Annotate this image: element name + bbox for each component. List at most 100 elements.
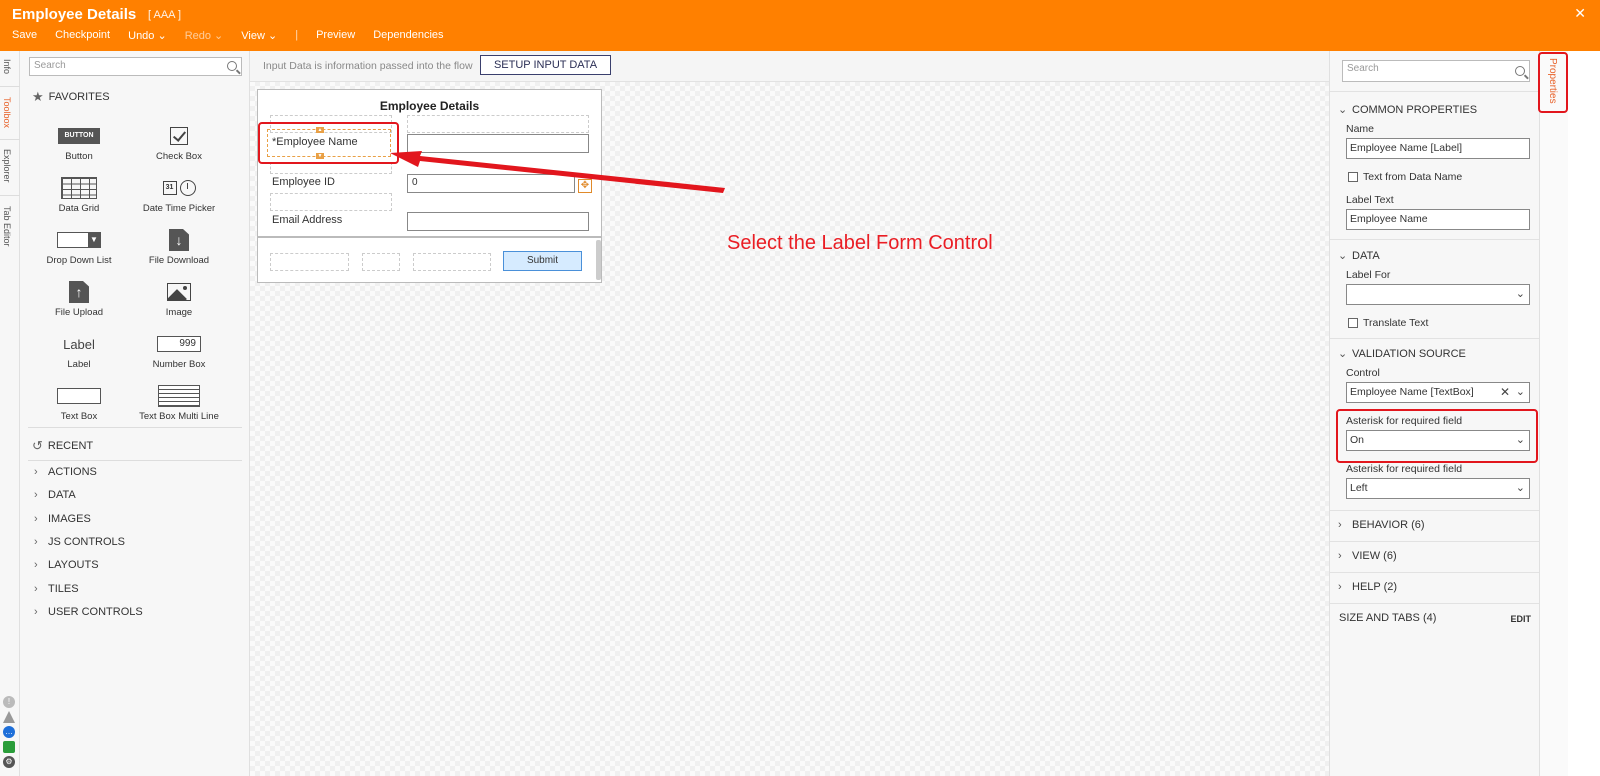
sheet-icon[interactable] [3,741,15,753]
data-grid-icon [61,177,97,199]
tool-label: Image [165,307,193,318]
checkpoint-button[interactable]: Checkpoint [55,29,110,42]
undo-button[interactable]: Undo ⌄ [128,29,167,42]
placeholder-slot[interactable] [413,253,491,271]
left-vertical-tabs: Info Toolbox Explorer Tab Editor ! … ⚙ [0,51,20,776]
favorites-header[interactable]: ★ FAVORITES [32,89,110,105]
placeholder-slot[interactable] [270,193,392,211]
bottom-icon-group: ! … ⚙ [3,696,15,768]
employee-id-label[interactable]: Employee ID [272,176,335,188]
clear-icon[interactable]: ✕ [1500,385,1510,399]
chat-icon[interactable]: … [3,726,15,738]
design-canvas[interactable]: Input Data is information passed into th… [250,51,1329,776]
toolbox-search-input[interactable]: Search [29,57,242,76]
tool-label: Button [65,151,93,162]
name-field[interactable]: Employee Name [Label] [1346,138,1530,159]
page-subtitle: [ AAA ] [148,9,182,21]
image-icon [167,283,191,301]
dependencies-button[interactable]: Dependencies [373,29,443,42]
email-address-textbox[interactable] [407,212,589,231]
chevron-right-icon: › [34,559,38,571]
edit-button[interactable]: EDIT [1510,614,1531,624]
chevron-right-icon: › [1338,550,1342,562]
tab-toolbox[interactable]: Toolbox [2,97,12,128]
form-title[interactable]: Employee Details [258,99,601,113]
tab-explorer[interactable]: Explorer [2,149,12,183]
validation-source-header[interactable]: ⌄ VALIDATION SOURCE [1338,347,1466,360]
translate-text-checkbox[interactable]: Translate Text [1348,317,1428,329]
label-for-label: Label For [1346,269,1391,281]
page-title: Employee Details [12,6,137,23]
email-address-label[interactable]: Email Address [272,214,342,226]
view-button[interactable]: View ⌄ [241,29,277,42]
control-label: Control [1346,367,1380,379]
form-divider [258,236,601,238]
properties-search-input[interactable]: Search [1342,60,1530,82]
size-and-tabs-header[interactable]: SIZE AND TABS (4) [1339,612,1436,624]
checkbox-icon[interactable] [1348,172,1358,182]
tool-text-box[interactable]: Text Box [29,385,129,422]
redo-button[interactable]: Redo ⌄ [185,29,224,42]
chevron-right-icon: › [34,513,38,525]
category-js-controls[interactable]: › JS CONTROLS [34,536,125,548]
tool-label[interactable]: Label Label [29,333,129,371]
submit-button[interactable]: Submit [503,251,582,271]
text-from-data-name-checkbox[interactable]: Text from Data Name [1348,171,1462,183]
category-actions[interactable]: › ACTIONS [34,466,97,478]
info-circle-icon[interactable]: ! [3,696,15,708]
chevron-down-icon: ⌄ [1515,288,1525,300]
form-scrollbar[interactable] [596,240,601,280]
placeholder-slot[interactable] [270,253,349,271]
recent-header[interactable]: ↺ RECENT [32,438,93,454]
label-text-field[interactable]: Employee Name [1346,209,1530,230]
tool-data-grid[interactable]: Data Grid [29,177,129,214]
tool-file-download[interactable]: ↓ File Download [129,229,229,266]
file-upload-icon: ↑ [69,281,89,303]
tool-label-text: Label [67,359,91,370]
control-select[interactable]: Employee Name [TextBox] ✕ ⌄ [1346,382,1530,403]
chevron-right-icon: › [34,583,38,595]
close-icon[interactable]: ✕ [1574,5,1586,22]
gear-icon[interactable]: ⚙ [3,756,15,768]
help-header[interactable]: › HELP (2) [1338,581,1397,593]
preview-button[interactable]: Preview [316,29,355,42]
name-label: Name [1346,123,1375,135]
category-images[interactable]: › IMAGES [34,513,91,525]
category-tiles[interactable]: › TILES [34,583,79,595]
search-icon [1515,66,1525,76]
tool-button[interactable]: BUTTON Button [29,125,129,162]
search-placeholder: Search [34,60,66,71]
label-text-label: Label Text [1346,194,1394,206]
tool-file-upload[interactable]: ↑ File Upload [29,281,129,318]
toolbox-panel: Search ★ FAVORITES BUTTON Button Check B… [20,51,250,776]
tool-text-box-multi-line[interactable]: Text Box Multi Line [129,385,229,422]
favorites-label: FAVORITES [48,91,110,103]
category-data[interactable]: › DATA [34,489,76,501]
clock-icon [179,180,196,196]
tool-date-time-picker[interactable]: 31 Date Time Picker [129,177,229,214]
placeholder-slot[interactable] [362,253,400,271]
view-header[interactable]: › VIEW (6) [1338,550,1397,562]
tool-drop-down-list[interactable]: Drop Down List [29,229,129,266]
label-for-select[interactable]: ⌄ [1346,284,1530,305]
behavior-header[interactable]: › BEHAVIOR (6) [1338,519,1425,531]
tab-tab-editor[interactable]: Tab Editor [2,206,12,247]
warning-icon[interactable] [3,711,15,723]
file-download-icon: ↓ [169,229,189,251]
save-button[interactable]: Save [12,29,37,42]
setup-input-data-button[interactable]: SETUP INPUT DATA [480,55,611,75]
tool-number-box[interactable]: 999 Number Box [129,333,229,370]
common-properties-header[interactable]: ⌄ COMMON PROPERTIES [1338,103,1477,116]
tab-info[interactable]: Info [2,59,12,74]
number-box-icon: 999 [157,336,201,352]
asterisk-position-select[interactable]: Left ⌄ [1346,478,1530,499]
tool-image[interactable]: Image [129,281,229,318]
category-layouts[interactable]: › LAYOUTS [34,559,99,571]
data-header[interactable]: ⌄ DATA [1338,249,1380,262]
properties-side-tab[interactable]: Properties [1538,51,1568,776]
tool-check-box[interactable]: Check Box [129,125,229,162]
chevron-down-icon: ⌄ [1515,386,1525,398]
calendar-clock-icon: 31 [129,177,229,199]
category-user-controls[interactable]: › USER CONTROLS [34,606,143,618]
checkbox-icon[interactable] [1348,318,1358,328]
